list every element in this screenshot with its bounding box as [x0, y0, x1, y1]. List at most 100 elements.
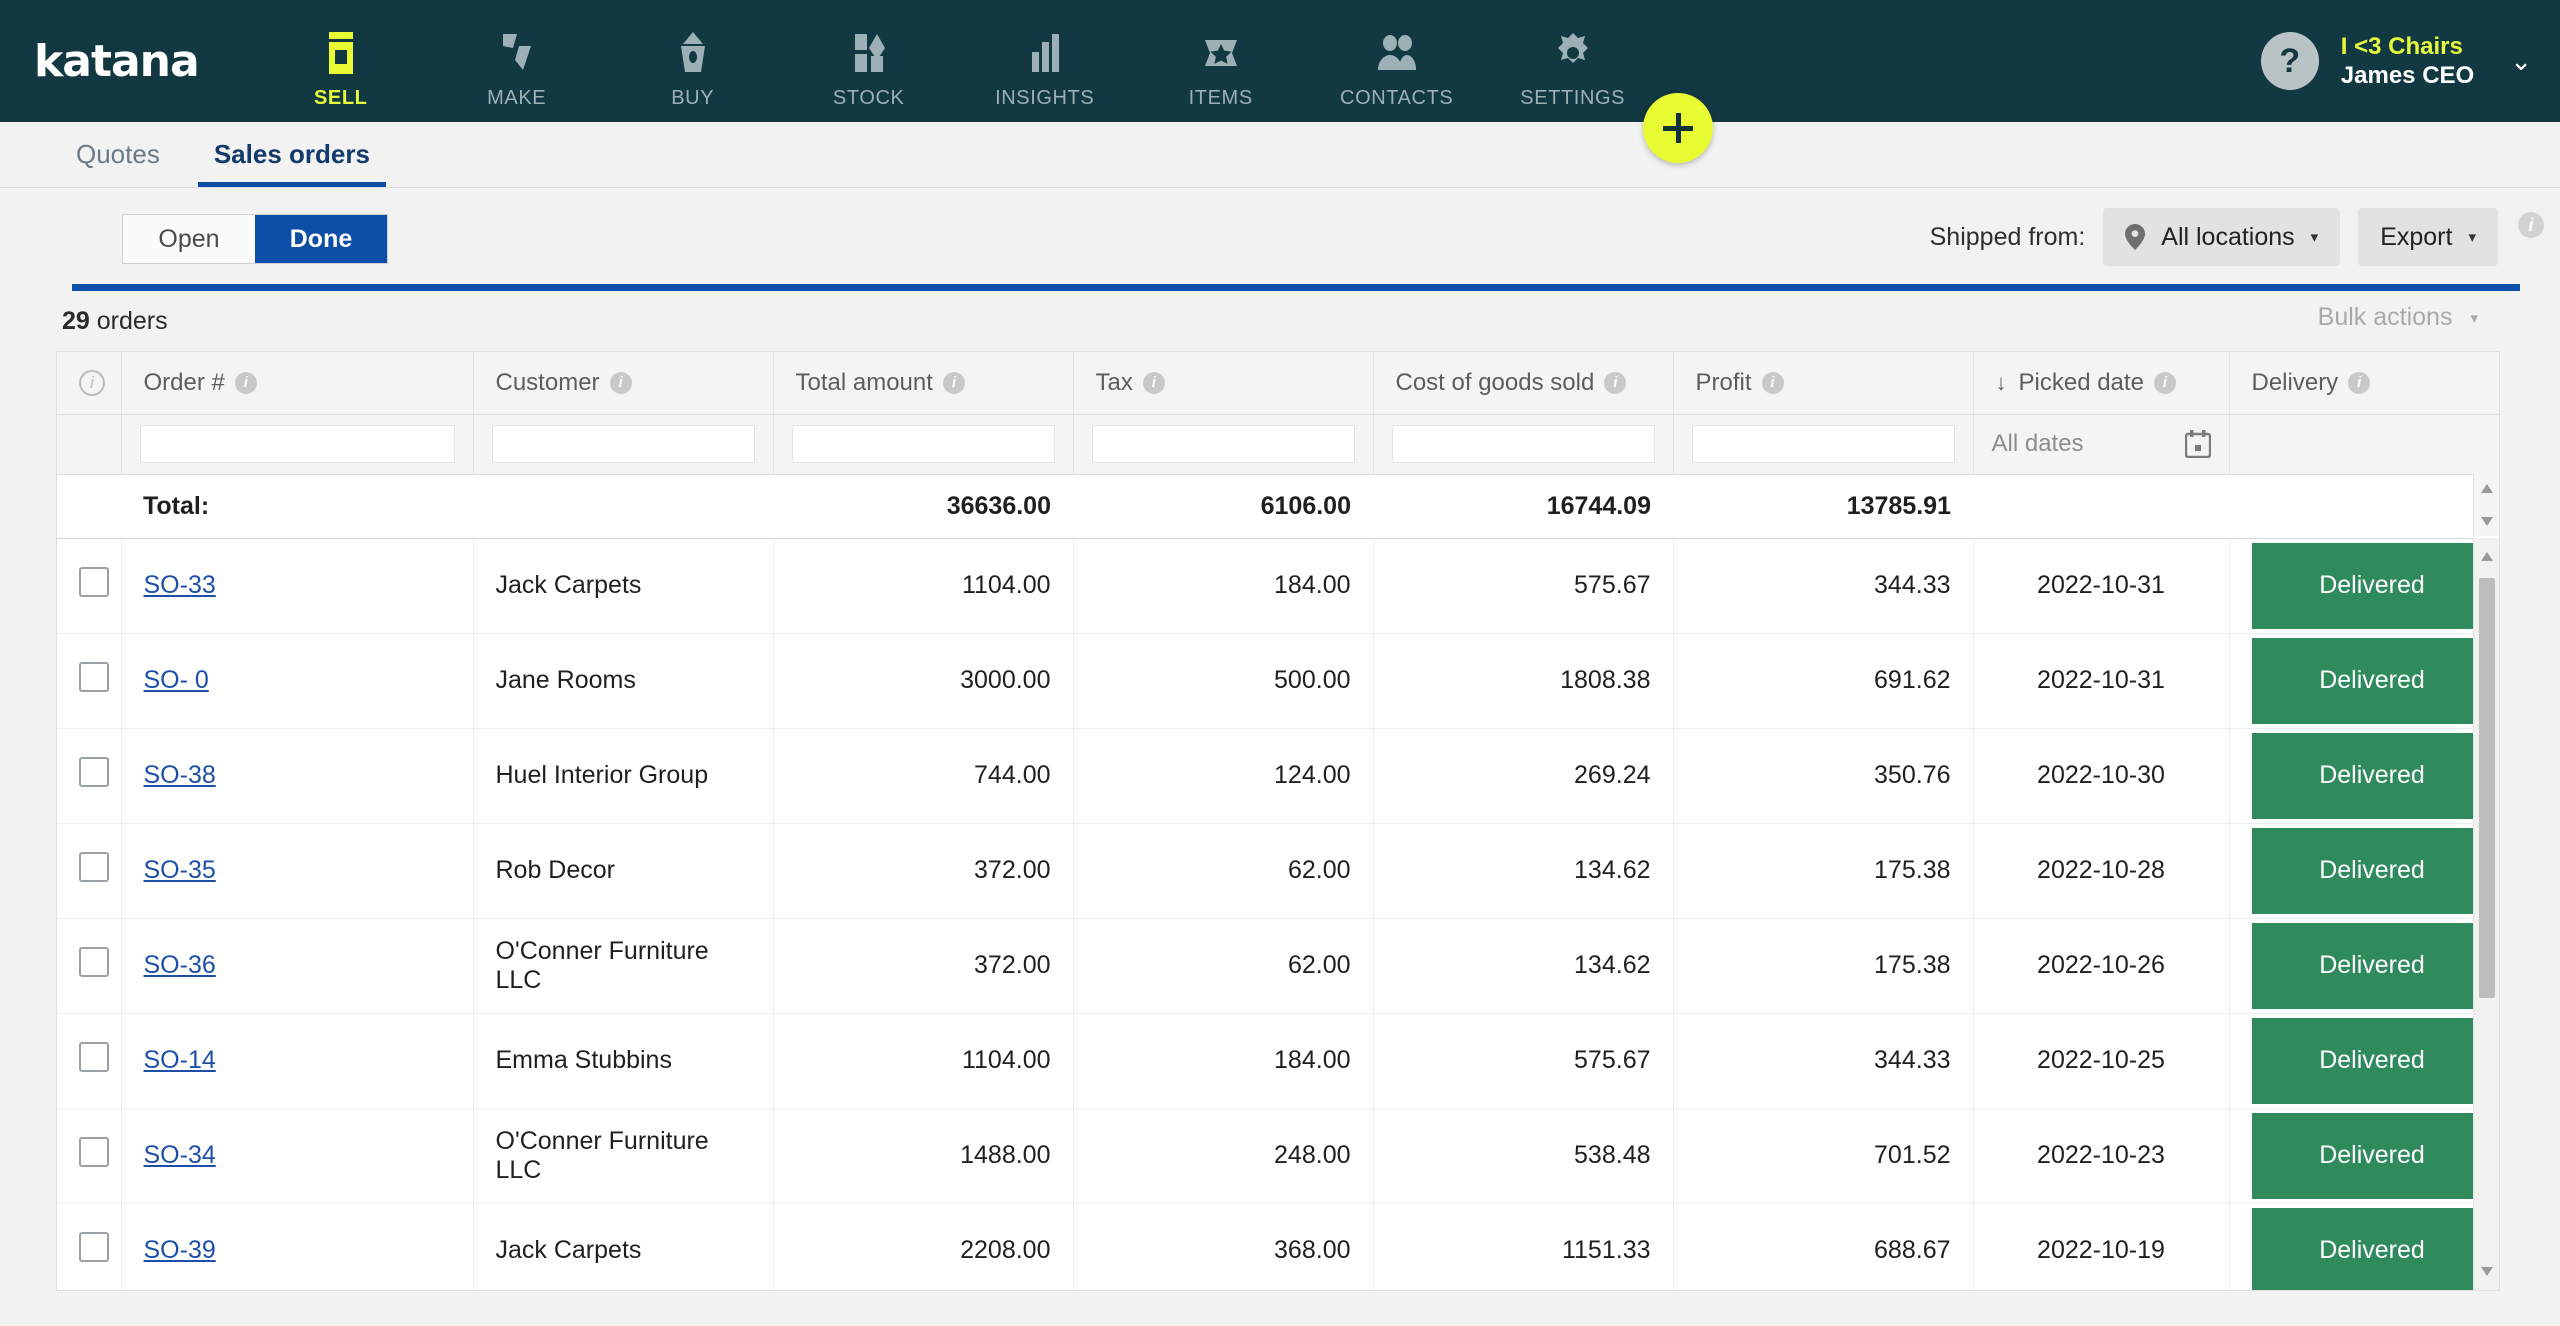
nav-item-items[interactable]: ITEMS — [1133, 13, 1309, 110]
info-icon[interactable]: i — [234, 371, 257, 394]
cell-order-number[interactable]: SO-35 — [121, 823, 474, 919]
order-link[interactable]: SO-36 — [144, 951, 216, 979]
tab-quotes[interactable]: Quotes — [60, 139, 176, 187]
table-row[interactable]: SO- 0 Jane Rooms 3000.00 500.00 1808.38 691.6… — [57, 633, 2499, 729]
info-icon[interactable]: i — [2153, 371, 2176, 394]
delivery-status-badge[interactable]: Delivered — [2251, 1207, 2493, 1290]
segment-done[interactable]: Done — [255, 215, 387, 263]
info-icon[interactable]: i — [1604, 371, 1627, 394]
scroll-down-icon[interactable] — [2481, 517, 2493, 526]
tax-filter-input[interactable] — [1091, 425, 1355, 463]
header-tax[interactable]: Tax i — [1073, 352, 1374, 415]
header-profit[interactable]: Profit i — [1673, 352, 1974, 415]
segment-open[interactable]: Open — [123, 215, 255, 263]
filter-profit[interactable] — [1673, 414, 1974, 475]
export-button[interactable]: Export ▾ — [2358, 208, 2498, 266]
location-filter-button[interactable]: All locations ▾ — [2103, 208, 2341, 266]
nav-item-make[interactable]: MAKE — [429, 13, 605, 110]
scroll-up-icon[interactable] — [2481, 552, 2493, 561]
delivery-status-badge[interactable]: Delivered — [2251, 1112, 2493, 1199]
delivery-status-badge[interactable]: Delivered — [2251, 922, 2493, 1009]
row-checkbox[interactable] — [79, 662, 109, 692]
header-cogs[interactable]: Cost of goods sold i — [1373, 352, 1674, 415]
vertical-scrollbar[interactable] — [2473, 538, 2499, 1290]
info-icon[interactable]: i — [1142, 371, 1165, 394]
delivery-status-badge[interactable]: Delivered — [2251, 827, 2493, 914]
nav-item-insights[interactable]: INSIGHTS — [957, 13, 1133, 110]
order-link[interactable]: SO-33 — [144, 571, 216, 599]
order-link[interactable]: SO- 0 — [144, 666, 209, 694]
order-link[interactable]: SO-38 — [144, 761, 216, 789]
cell-delivery[interactable]: Delivered — [2229, 1203, 2499, 1290]
order-link[interactable]: SO-34 — [144, 1141, 216, 1169]
bulk-actions-button[interactable]: Bulk actions ▾ — [2318, 303, 2478, 332]
filter-tax[interactable] — [1073, 414, 1374, 475]
header-picked-date[interactable]: ↓ Picked date i — [1973, 352, 2230, 415]
cell-order-number[interactable]: SO-33 — [121, 538, 474, 634]
header-total-amount[interactable]: Total amount i — [773, 352, 1074, 415]
account-text[interactable]: I <3 Chairs James CEO — [2341, 32, 2474, 91]
table-row[interactable]: SO-34 O'Conner Furniture LLC 1488.00 248.00… — [57, 1108, 2499, 1204]
nav-item-contacts[interactable]: CONTACTS — [1309, 13, 1485, 110]
row-checkbox-cell[interactable] — [57, 1108, 122, 1204]
order-link[interactable]: SO-14 — [144, 1046, 216, 1074]
order-link[interactable]: SO-39 — [144, 1236, 216, 1264]
info-icon[interactable]: i — [609, 371, 632, 394]
cell-delivery[interactable]: Delivered — [2229, 823, 2499, 919]
row-checkbox[interactable] — [79, 567, 109, 597]
row-checkbox-cell[interactable] — [57, 1013, 122, 1109]
cell-delivery[interactable]: Delivered — [2229, 1013, 2499, 1109]
row-checkbox[interactable] — [79, 852, 109, 882]
cell-order-number[interactable]: SO-14 — [121, 1013, 474, 1109]
row-checkbox-cell[interactable] — [57, 1203, 122, 1290]
cell-delivery[interactable]: Delivered — [2229, 633, 2499, 729]
order-filter-input[interactable] — [139, 425, 455, 463]
row-checkbox-cell[interactable] — [57, 823, 122, 919]
add-new-button[interactable] — [1643, 93, 1713, 163]
tab-sales-orders[interactable]: Sales orders — [197, 139, 386, 187]
filter-total[interactable] — [773, 414, 1074, 475]
chevron-down-icon[interactable]: ⌄ — [2510, 46, 2532, 77]
scrollbar-thumb[interactable] — [2479, 578, 2495, 998]
filter-picked-date[interactable]: All dates — [1973, 414, 2230, 475]
katana-logo[interactable]: katana — [34, 36, 200, 87]
cell-order-number[interactable]: SO-38 — [121, 728, 474, 824]
order-link[interactable]: SO-35 — [144, 856, 216, 884]
filter-order-number[interactable] — [121, 414, 474, 475]
cell-delivery[interactable]: Delivered — [2229, 728, 2499, 824]
cell-order-number[interactable]: SO-36 — [121, 918, 474, 1014]
customer-filter-input[interactable] — [491, 425, 755, 463]
nav-item-buy[interactable]: BUY — [605, 13, 781, 110]
info-icon[interactable]: i — [2348, 371, 2371, 394]
profit-filter-input[interactable] — [1691, 425, 1955, 463]
table-row[interactable]: SO-35 Rob Decor 372.00 62.00 134.62 175.38 202… — [57, 823, 2499, 919]
row-checkbox-cell[interactable] — [57, 633, 122, 729]
row-checkbox[interactable] — [79, 1232, 109, 1262]
cell-order-number[interactable]: SO-34 — [121, 1108, 474, 1204]
row-checkbox-cell[interactable] — [57, 918, 122, 1014]
calendar-icon[interactable] — [2184, 430, 2211, 459]
header-delivery[interactable]: Delivery i — [2229, 352, 2499, 415]
cell-delivery[interactable]: Delivered — [2229, 1108, 2499, 1204]
scroll-up-icon[interactable] — [2481, 484, 2493, 493]
row-checkbox[interactable] — [79, 1137, 109, 1167]
table-row[interactable]: SO-36 O'Conner Furniture LLC 372.00 62.00 13… — [57, 918, 2499, 1014]
row-checkbox-cell[interactable] — [57, 538, 122, 634]
help-icon[interactable]: ? — [2260, 32, 2319, 90]
delivery-status-badge[interactable]: Delivered — [2251, 1017, 2493, 1104]
nav-item-settings[interactable]: SETTINGS — [1485, 13, 1661, 110]
filter-customer[interactable] — [473, 414, 774, 475]
table-row[interactable]: SO-14 Emma Stubbins 1104.00 184.00 575.67 344… — [57, 1013, 2499, 1109]
cell-delivery[interactable]: Delivered — [2229, 538, 2499, 634]
filter-cogs[interactable] — [1373, 414, 1674, 475]
total-filter-input[interactable] — [791, 425, 1055, 463]
scroll-down-icon[interactable] — [2481, 1267, 2493, 1276]
table-row[interactable]: SO-33 Jack Carpets 1104.00 184.00 575.67 344.… — [57, 538, 2499, 634]
info-circle-icon[interactable]: i — [79, 369, 105, 396]
cogs-filter-input[interactable] — [1391, 425, 1655, 463]
header-scroll-stub[interactable] — [2473, 474, 2499, 536]
row-checkbox[interactable] — [79, 757, 109, 787]
cell-order-number[interactable]: SO-39 — [121, 1203, 474, 1290]
row-checkbox[interactable] — [79, 1042, 109, 1072]
info-icon[interactable]: i — [1761, 371, 1784, 394]
